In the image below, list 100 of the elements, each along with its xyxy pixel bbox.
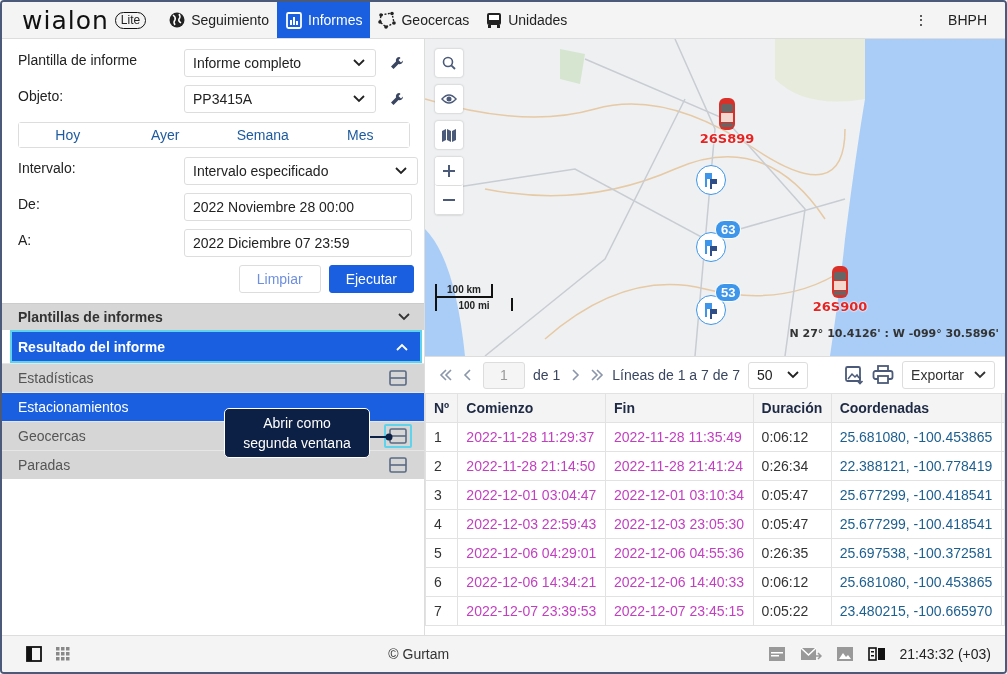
table-cell: 23.480215, -100.665970 [831,596,1002,626]
export-button[interactable]: Exportar [902,361,995,389]
zoom-out-icon[interactable] [435,186,463,215]
table-cell: 0:06:12 [753,567,832,597]
table-cell: 2022-12-07 23:39:53 [457,596,606,626]
window-icon[interactable] [384,424,412,448]
image-icon[interactable] [835,646,854,662]
nav-tab[interactable]: Geocercas [370,2,478,38]
scale-bar: 100 km [435,284,493,298]
table-cell: 2022-11-28 11:35:49 [605,422,754,452]
menu-icon[interactable]: ⋮ [904,2,939,38]
copyright: © Gurtam [387,646,451,662]
unit-label: 26S899 [699,131,755,146]
page-count: de 1 [533,367,561,383]
date-field[interactable]: 2022 Diciembre 07 23:59 [184,229,412,257]
table-cell: 0:05:47 [753,480,832,510]
first-page-icon[interactable] [439,369,453,381]
select-field[interactable]: Informe completo [184,49,376,77]
table-cell: 2022-12-07 23:45:15 [605,596,754,626]
lines-info: Líneas de 1 a 7 de 7 [612,367,740,383]
chevron-icon [786,371,799,379]
section-header[interactable]: Resultado del informe [10,330,422,363]
table-cell: 5 [425,538,458,568]
last-page-icon[interactable] [590,369,605,381]
table-cell: 2022-12-01 03:04:47 [457,480,606,510]
column-header[interactable]: Comienzo [457,393,606,423]
table-cell: 2022-12-06 14:34:21 [457,567,606,597]
chevron-icon [974,371,986,379]
table-cell: 0:05:22 [753,596,832,626]
chevron-icon [396,343,408,351]
table-cell: 0:26:35 [753,538,832,568]
result-item[interactable]: Estadísticas [2,363,424,392]
wrench-icon[interactable] [390,56,404,70]
field-label: A: [18,232,33,248]
field-label: Intervalo: [18,160,77,176]
chevron-icon [398,313,410,321]
select-field[interactable]: Intervalo especificado [184,157,418,185]
scale-bar: 100 mi [435,298,513,311]
chevron-icon [353,95,365,103]
notification-icon[interactable] [767,646,786,662]
column-header[interactable]: Duración [753,393,832,423]
table-cell: 2022-12-06 04:55:36 [605,538,754,568]
section-header[interactable]: Plantillas de informes [2,303,424,330]
panel-icon[interactable] [26,646,42,662]
search-icon[interactable] [435,49,463,77]
coordinates-readout: N 27° 10.4126' : W -099° 30.5896' [789,327,999,340]
table-cell: 25.677299, -100.418541 [831,480,1002,510]
grid-icon[interactable] [56,647,70,661]
car-icon[interactable] [831,265,849,299]
field-label: Objeto: [18,88,65,104]
table-cell: 2 [425,451,458,481]
polygon-icon [378,11,397,29]
column-header[interactable]: Fin [605,393,754,423]
result-item[interactable]: Paradas [2,450,424,479]
tooltip-pointer [369,433,393,441]
car-icon[interactable] [718,97,736,131]
logo: wialon [22,5,109,35]
table-cell: 2022-11-28 21:41:24 [605,451,754,481]
table-cell: 25.697538, -100.372581 [831,538,1002,568]
globe-icon [168,11,187,29]
select-field[interactable]: PP3415A [184,85,376,113]
table-cell: 25.677299, -100.418541 [831,509,1002,539]
column-header[interactable]: Nº [425,393,458,423]
columns-icon[interactable] [867,647,886,661]
user-name[interactable]: BHPH [938,2,1005,38]
column-header[interactable]: Coordenadas [831,393,1002,423]
run-button[interactable]: Ejecutar [328,265,414,293]
table-cell: 3 [425,480,458,510]
field-label: Plantilla de informe [18,52,139,68]
table-cell: 0:26:34 [753,451,832,481]
map-icon[interactable] [435,121,463,149]
table-cell: 2022-12-06 04:29:01 [457,538,606,568]
report-icon [285,11,303,29]
nav-tab[interactable]: Unidades [477,2,576,38]
table-cell: 25.681080, -100.453865 [831,567,1002,597]
clock: 21:43:32 (+03) [899,646,991,662]
image-download-icon[interactable] [844,365,865,385]
page-size-select[interactable]: 50 [747,361,808,389]
unit-label: 26S900 [812,299,868,314]
chevron-icon [395,167,407,175]
table-cell: 2022-12-03 22:59:43 [457,509,606,539]
print-icon[interactable] [872,365,895,385]
table-cell: 0:05:47 [753,509,832,539]
table-cell: 6 [425,567,458,597]
nav-tab[interactable]: Informes [277,2,371,38]
table-cell: 2022-12-03 23:05:30 [605,509,754,539]
eye-icon[interactable] [435,85,463,113]
table-cell: 22.388121, -100.778419 [831,451,1002,481]
table-cell: 7 [425,596,458,626]
tooltip: Abrir como segunda ventana [224,408,370,458]
zoom-in-icon[interactable] [435,157,463,186]
table-cell: 2022-11-28 11:29:37 [457,422,606,452]
mail-icon[interactable] [799,646,822,662]
wrench-icon[interactable] [390,92,404,106]
table-cell: 2022-12-01 03:10:34 [605,480,754,510]
chevron-icon [353,59,365,67]
table-cell: 2022-11-28 21:14:50 [457,451,606,481]
nav-tab[interactable]: Seguimiento [160,2,277,38]
table-cell: 25.681080, -100.453865 [831,422,1002,452]
date-field[interactable]: 2022 Noviembre 28 00:00 [184,193,412,221]
